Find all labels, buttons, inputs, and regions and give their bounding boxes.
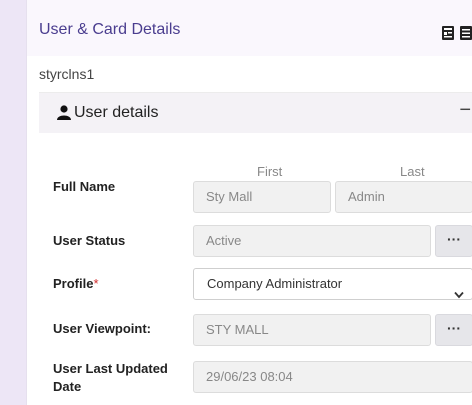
section-title: User details xyxy=(74,104,159,121)
page-title: User & Card Details xyxy=(39,21,181,38)
last-name-field[interactable]: Admin xyxy=(335,181,472,213)
user-card-details-panel: User & Card Details styrclns1 User detai… xyxy=(26,0,472,405)
title-bar: User & Card Details xyxy=(27,0,472,56)
last-updated-label: User Last Updated Date xyxy=(53,361,168,394)
username: styrclns1 xyxy=(39,66,95,82)
profile-label-text: Profile xyxy=(53,276,94,291)
user-status-field[interactable]: Active xyxy=(193,225,431,257)
first-name-field[interactable]: Sty Mall xyxy=(193,181,331,213)
required-marker: * xyxy=(93,276,99,291)
last-updated-field[interactable]: 29/06/23 08:04 xyxy=(193,361,472,393)
column-header-first: First xyxy=(257,164,283,179)
user-viewpoint-lookup-button[interactable]: ··· xyxy=(435,314,472,346)
user-status-label: User Status xyxy=(53,233,126,248)
profile-label: Profile* xyxy=(53,275,99,293)
user-details-section-header[interactable]: User details − xyxy=(39,92,472,133)
title-actions xyxy=(441,25,472,41)
collapse-icon[interactable]: − xyxy=(459,100,471,120)
list-document-icon[interactable] xyxy=(459,25,472,41)
user-status-lookup-button[interactable]: ··· xyxy=(435,225,472,257)
copy-document-icon[interactable] xyxy=(441,25,455,41)
profile-select-value: Company Administrator xyxy=(207,276,343,291)
user-icon xyxy=(57,105,71,120)
profile-select[interactable]: Company Administrator xyxy=(193,268,472,300)
full-name-label: Full Name xyxy=(53,179,116,194)
user-viewpoint-label: User Viewpoint: xyxy=(53,321,152,336)
user-viewpoint-field[interactable]: STY MALL xyxy=(193,314,431,346)
column-header-last: Last xyxy=(400,164,425,179)
chevron-down-icon xyxy=(454,280,464,299)
